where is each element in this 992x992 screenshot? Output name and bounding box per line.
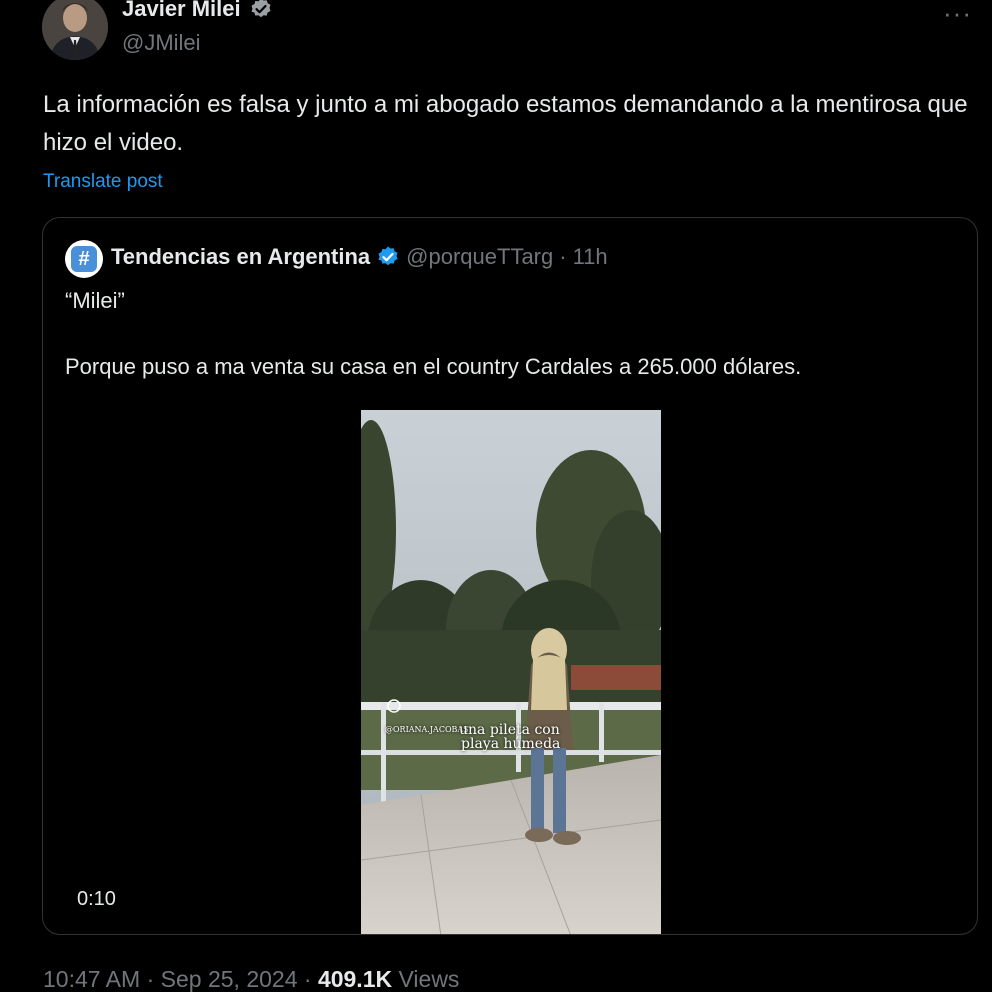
- verified-badge-icon: [376, 245, 400, 269]
- tweet-page: Javier Milei @JMilei ··· La información …: [0, 0, 992, 992]
- quoted-handle[interactable]: @porqueTTarg: [406, 244, 553, 270]
- quoted-author-avatar[interactable]: #: [65, 240, 103, 278]
- views-label: Views: [398, 966, 460, 992]
- verified-badge-icon: [249, 0, 273, 21]
- tweet-text: La información es falsa y junto a mi abo…: [43, 91, 968, 156]
- video-duration: 0:10: [77, 888, 116, 910]
- meta-separator: ·: [303, 966, 312, 992]
- translate-post-link[interactable]: Translate post: [43, 171, 163, 193]
- quoted-separator: ·: [559, 244, 567, 269]
- author-name-row: Javier Milei: [122, 0, 273, 22]
- meta-separator: ·: [146, 966, 155, 992]
- author-display-name[interactable]: Javier Milei: [122, 0, 241, 22]
- quoted-timestamp[interactable]: 11h: [573, 244, 608, 270]
- views-count: 409.1K: [317, 966, 393, 992]
- tweet-time[interactable]: 10:47 AM: [43, 966, 140, 992]
- author-handle[interactable]: @JMilei: [122, 30, 201, 56]
- more-options-icon[interactable]: ···: [943, 0, 972, 29]
- video-overlay-line2: playa húmeda: [461, 736, 561, 752]
- quoted-display-name[interactable]: Tendencias en Argentina: [111, 244, 370, 270]
- quoted-header: Tendencias en Argentina @porqueTTarg · 1…: [111, 244, 608, 270]
- tweet-meta: 10:47 AM · Sep 25, 2024 · 409.1K Views: [43, 966, 459, 992]
- author-avatar[interactable]: [42, 0, 108, 60]
- hashtag-icon: #: [71, 246, 97, 272]
- tweet-date[interactable]: Sep 25, 2024: [161, 966, 298, 992]
- video-overlay-handle: @ORIANA.JACOBAS: [385, 725, 469, 734]
- quoted-tweet-card[interactable]: # Tendencias en Argentina @porqueTTarg ·…: [42, 217, 978, 935]
- quoted-text-line1: “Milei”: [65, 288, 125, 313]
- quoted-text-line2: Porque puso a ma venta su casa en el cou…: [65, 354, 802, 379]
- user-avatar-icon: [42, 0, 108, 60]
- video-frame-image: [361, 410, 661, 934]
- video-player[interactable]: @ORIANA.JACOBAS una pileta con playa húm…: [361, 410, 661, 934]
